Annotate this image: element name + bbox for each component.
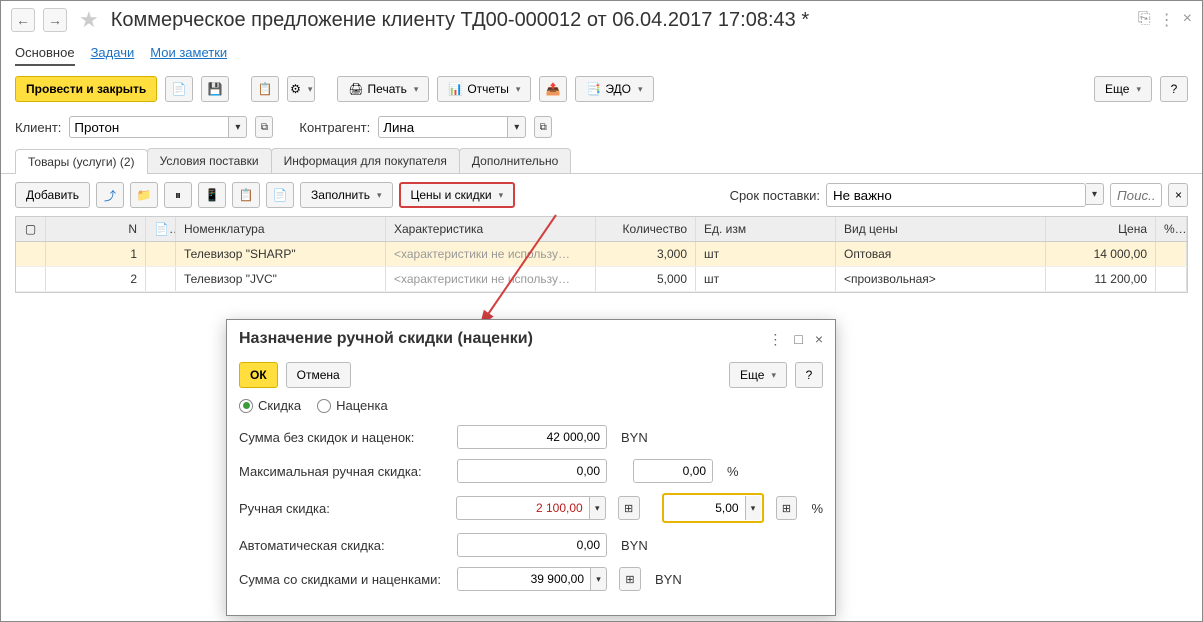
calc-icon[interactable]: 📱 — [198, 182, 226, 208]
clear-search-button[interactable]: × — [1168, 183, 1188, 207]
auto-discount-label: Автоматическая скидка: — [239, 538, 449, 553]
goods-table: ▢ N 📄 Номенклатура Характеристика Количе… — [15, 216, 1188, 293]
max-discount-label: Максимальная ручная скидка: — [239, 464, 449, 479]
dialog-close-icon[interactable]: × — [815, 331, 823, 348]
manual-discount-pct-input[interactable] — [665, 496, 745, 520]
manual-discount-input[interactable] — [456, 496, 590, 520]
paste-icon[interactable]: 📄 — [266, 182, 294, 208]
sum-with-spinner[interactable]: ▾ — [591, 567, 607, 591]
folder-icon[interactable]: 📁 — [130, 182, 158, 208]
delivery-term-dropdown[interactable]: ▾ — [1086, 183, 1104, 205]
delivery-term-input[interactable] — [826, 183, 1086, 207]
client-dropdown[interactable]: ▾ — [229, 116, 247, 138]
currency-label: BYN — [621, 430, 648, 445]
dialog-maximize-icon[interactable]: □ — [794, 331, 802, 348]
doc-tab-buyer-info[interactable]: Информация для покупателя — [271, 148, 460, 173]
action-icon[interactable]: ⚙▾ — [287, 76, 315, 102]
sum-no-discount-label: Сумма без скидок и наценок: — [239, 430, 449, 445]
max-discount-pct-input[interactable] — [633, 459, 713, 483]
favorite-icon[interactable]: ★ — [79, 7, 99, 33]
dialog-more-button[interactable]: Еще▾ — [729, 362, 787, 388]
max-discount-input[interactable] — [457, 459, 607, 483]
client-label: Клиент: — [15, 120, 61, 135]
radio-markup[interactable]: Наценка — [317, 398, 388, 413]
add-button[interactable]: Добавить — [15, 182, 90, 208]
col-n[interactable]: N — [46, 217, 146, 241]
more-button[interactable]: Еще▾ — [1094, 76, 1152, 102]
sum-calculator-icon[interactable]: ⊞ — [619, 567, 641, 591]
manual-discount-label: Ручная скидка: — [239, 501, 448, 516]
counterparty-open-icon[interactable]: ⧉ — [534, 116, 552, 138]
export-icon[interactable]: 📤 — [539, 76, 567, 102]
help-button[interactable]: ? — [1160, 76, 1188, 102]
col-characteristic[interactable]: Характеристика — [386, 217, 596, 241]
ok-button[interactable]: ОК — [239, 362, 278, 388]
counterparty-label: Контрагент: — [299, 120, 370, 135]
radio-discount[interactable]: Скидка — [239, 398, 301, 413]
counterparty-dropdown[interactable]: ▾ — [508, 116, 526, 138]
document-title: Коммерческое предложение клиенту ТД00-00… — [111, 9, 1130, 32]
percent-label: % — [727, 464, 739, 479]
col-flag-icon: 📄 — [146, 217, 176, 241]
col-price[interactable]: Цена — [1046, 217, 1156, 241]
prices-discounts-button[interactable]: Цены и скидки▾ — [399, 182, 516, 208]
post-and-close-button[interactable]: Провести и закрыть — [15, 76, 157, 102]
sum-with-discount-label: Сумма со скидками и наценками: — [239, 572, 449, 587]
barcode-icon[interactable]: ⏸ — [164, 182, 192, 208]
reports-button[interactable]: 📊 Отчеты▾ — [437, 76, 531, 102]
doc-tab-delivery[interactable]: Условия поставки — [147, 148, 272, 173]
doc-tab-extra[interactable]: Дополнительно — [459, 148, 571, 173]
col-nomenclature[interactable]: Номенклатура — [176, 217, 386, 241]
calculator-icon[interactable]: ⊞ — [618, 496, 640, 520]
link-icon[interactable]: ⎘ — [1138, 10, 1151, 30]
col-quantity[interactable]: Количество — [596, 217, 696, 241]
sum-with-discount-input[interactable] — [457, 567, 591, 591]
col-auto-discount[interactable]: % ав — [1156, 217, 1187, 241]
back-button[interactable]: ← — [11, 8, 35, 32]
dialog-menu-icon[interactable]: ⋮ — [768, 331, 782, 348]
table-row[interactable]: 1 Телевизор "SHARP" <характеристики не и… — [16, 242, 1187, 267]
close-icon[interactable]: × — [1183, 10, 1192, 30]
sum-no-discount-input[interactable] — [457, 425, 607, 449]
currency-label-2: BYN — [621, 538, 648, 553]
manual-discount-pct-spinner[interactable]: ▾ — [745, 496, 761, 520]
save-icon[interactable]: 📄 — [165, 76, 193, 102]
manual-discount-dialog: Назначение ручной скидки (наценки) ⋮ □ ×… — [226, 319, 836, 616]
search-input[interactable] — [1110, 183, 1162, 207]
tab-notes[interactable]: Мои заметки — [150, 45, 227, 66]
doc-tab-goods[interactable]: Товары (услуги) (2) — [15, 149, 148, 174]
currency-label-3: BYN — [655, 572, 682, 587]
tree-icon[interactable]: ⤴ — [96, 182, 124, 208]
manual-discount-spinner[interactable]: ▾ — [590, 496, 606, 520]
edo-button[interactable]: 📑 ЭДО▾ — [575, 76, 653, 102]
calculator-pct-icon[interactable]: ⊞ — [776, 496, 798, 520]
client-input[interactable] — [69, 116, 229, 138]
percent-label-2: % — [811, 501, 823, 516]
save2-icon[interactable]: 💾 — [201, 76, 229, 102]
fill-button[interactable]: Заполнить▾ — [300, 182, 392, 208]
forward-button[interactable]: → — [43, 8, 67, 32]
counterparty-input[interactable] — [378, 116, 508, 138]
delivery-term-label: Срок поставки: — [730, 188, 820, 203]
dialog-help-button[interactable]: ? — [795, 362, 823, 388]
copy-icon[interactable]: 📋 — [232, 182, 260, 208]
auto-discount-input[interactable] — [457, 533, 607, 557]
tab-tasks[interactable]: Задачи — [91, 45, 135, 66]
print-button[interactable]: 🖨 Печать▾ — [337, 76, 429, 102]
list-icon[interactable]: 📋 — [251, 76, 279, 102]
cancel-button[interactable]: Отмена — [286, 362, 351, 388]
client-open-icon[interactable]: ⧉ — [255, 116, 273, 138]
col-price-type[interactable]: Вид цены — [836, 217, 1046, 241]
menu-icon[interactable]: ⋮ — [1159, 10, 1175, 30]
table-row[interactable]: 2 Телевизор "JVC" <характеристики не исп… — [16, 267, 1187, 292]
tab-main[interactable]: Основное — [15, 45, 75, 66]
col-status-icon: ▢ — [16, 217, 46, 241]
dialog-title: Назначение ручной скидки (наценки) — [239, 330, 768, 348]
col-unit[interactable]: Ед. изм — [696, 217, 836, 241]
